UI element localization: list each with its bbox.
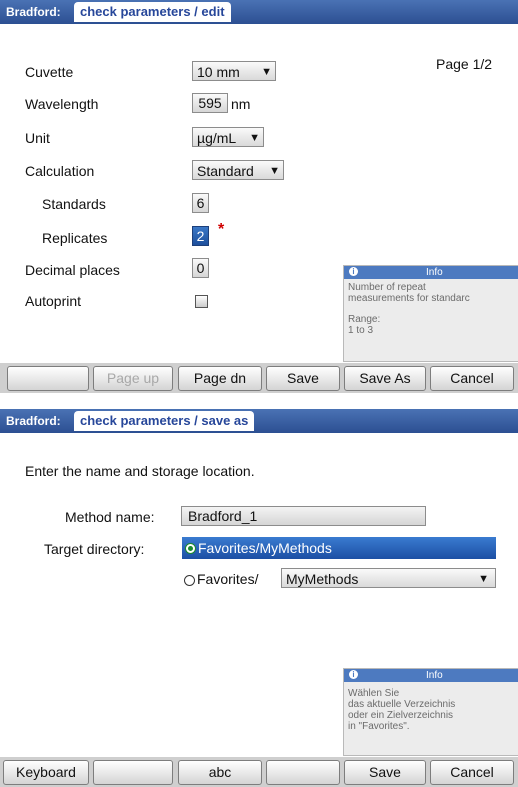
info-text: Wählen Sie das aktuelle Verzeichnis oder… [344,682,518,735]
calculation-dropdown[interactable]: Standard ▼ [192,160,284,180]
option2-prefix: Favorites/ [197,571,259,587]
calculation-value: Standard [197,163,254,179]
unit-dropdown[interactable]: µg/mL ▼ [192,127,264,147]
option1-label: Favorites/MyMethods [198,540,332,556]
radio-selected-icon [185,543,196,554]
autoprint-label: Autoprint [25,293,82,309]
cuvette-value: 10 mm [197,64,240,80]
required-marker: * [218,221,225,238]
favorites-radio[interactable] [184,575,195,586]
target-directory-label: Target directory: [44,541,145,557]
chevron-down-icon: ▼ [478,573,489,585]
instruction-text: Enter the name and storage location. [25,463,255,479]
info-line: Number of repeat [348,282,426,293]
wavelength-label: Wavelength [25,96,99,112]
info-panel: i Info Number of repeat measurements for… [343,265,518,362]
blank-softkey[interactable] [93,760,173,785]
save-as-screen: Bradford: check parameters / save as Ent… [0,409,518,787]
page-indicator: Page 1/2 [436,56,493,72]
wavelength-unit: nm [231,96,251,112]
title-tab: check parameters / edit [74,2,231,22]
chevron-down-icon: ▼ [249,132,260,144]
standards-label: Standards [42,196,106,212]
info-header: i Info [344,669,518,682]
unit-value: µg/mL [197,130,237,146]
title-bar: Bradford: check parameters / edit [0,0,518,24]
info-panel: i Info Wählen Sie das aktuelle Verzeichn… [343,668,518,756]
info-line: 1 to 3 [348,325,374,336]
decimal-places-label: Decimal places [25,262,120,278]
info-header: i Info [344,266,518,279]
info-line: measurements for standarc [348,293,470,304]
info-icon: i [349,267,358,276]
save-as-button[interactable]: Save As [344,366,426,391]
cancel-button[interactable]: Cancel [430,760,514,785]
chevron-down-icon: ▼ [269,165,280,177]
standards-input[interactable]: 6 [192,193,209,213]
wavelength-input[interactable]: 595 [192,93,228,113]
save-button[interactable]: Save [266,366,340,391]
method-name-field[interactable]: Bradford_1 [181,506,426,526]
info-icon: i [349,670,358,679]
info-title: Info [426,267,443,278]
cuvette-label: Cuvette [25,64,74,80]
abc-button[interactable]: abc [178,760,262,785]
info-line: Wählen Sie [348,688,400,699]
title-tab: check parameters / save as [74,411,255,431]
favorites-mymethods-option[interactable]: Favorites/MyMethods [182,537,496,559]
autoprint-checkbox[interactable] [195,295,208,308]
unit-label: Unit [25,130,50,146]
chevron-down-icon: ▼ [261,66,272,78]
keyboard-button[interactable]: Keyboard [3,760,89,785]
favorites-folder-dropdown[interactable]: MyMethods ▼ [281,568,496,588]
replicates-label: Replicates [42,230,108,246]
info-title: Info [426,670,443,681]
save-button[interactable]: Save [344,760,426,785]
title-prefix: Bradford: [6,5,61,19]
info-line: oder ein Zielverzeichnis [348,710,454,721]
page-down-button[interactable]: Page dn [178,366,262,391]
cancel-button[interactable]: Cancel [430,366,514,391]
replicates-input[interactable]: 2 [192,226,209,246]
info-line: Range: [348,314,381,325]
method-name-label: Method name: [65,509,155,525]
calculation-label: Calculation [25,163,95,179]
decimal-places-input[interactable]: 0 [192,258,209,278]
blank-softkey[interactable] [7,366,89,391]
cuvette-dropdown[interactable]: 10 mm ▼ [192,61,276,81]
info-text: Number of repeat measurements for standa… [344,279,518,339]
info-line: das aktuelle Verzeichnis [348,699,456,710]
button-bar: Page up Page dn Save Save As Cancel [0,363,518,393]
folder-value: MyMethods [286,571,359,587]
title-bar: Bradford: check parameters / save as [0,409,518,433]
title-prefix: Bradford: [6,414,61,428]
info-line: in "Favorites". [348,721,410,732]
button-bar: Keyboard abc Save Cancel [0,757,518,787]
page-up-button[interactable]: Page up [93,366,173,391]
edit-parameters-screen: Bradford: check parameters / edit Page 1… [0,0,518,393]
blank-softkey[interactable] [266,760,340,785]
